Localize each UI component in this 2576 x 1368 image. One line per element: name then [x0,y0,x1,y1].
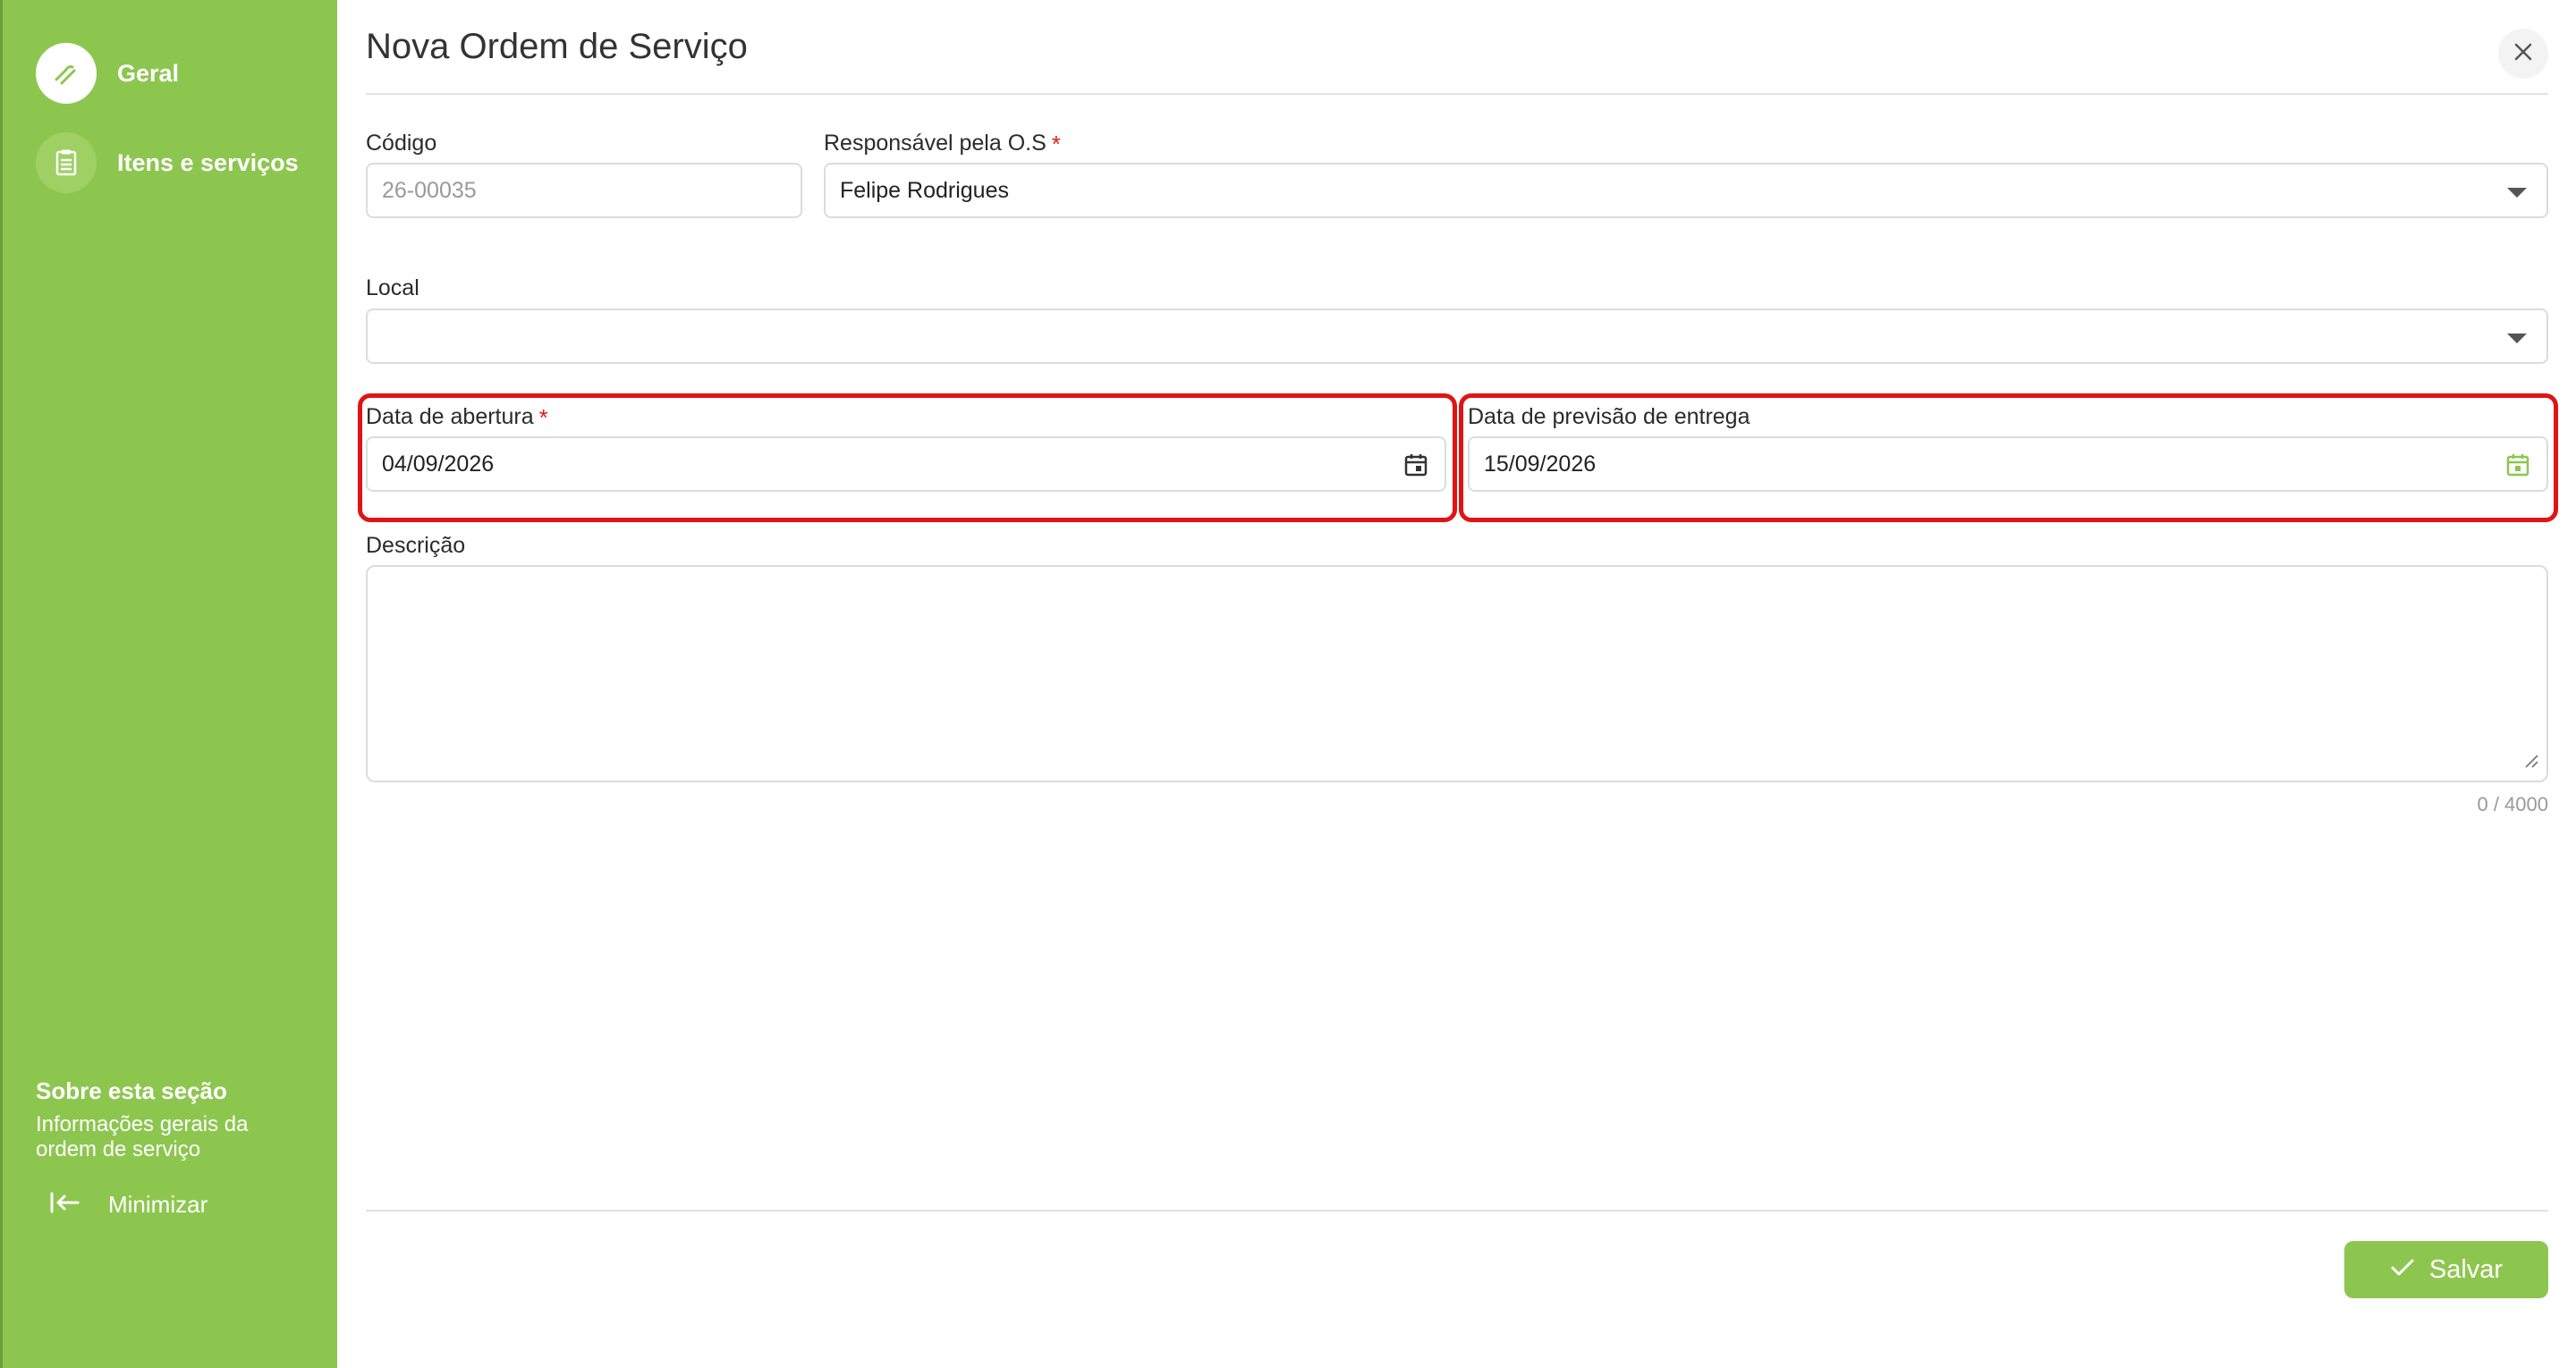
about-section-text: Informações gerais da ordem de serviço [36,1112,249,1161]
collapse-left-icon [49,1191,80,1219]
dialog-title: Nova Ordem de Serviço [366,27,748,66]
responsavel-label-text: Responsável pela O.S [824,131,1046,156]
close-button[interactable] [2498,29,2548,79]
link-icon [36,43,97,104]
responsavel-select[interactable]: Felipe Rodrigues [824,163,2548,218]
required-asterisk: * [1051,131,1061,157]
codigo-field: 26-00035 [366,163,802,218]
about-section-title: Sobre esta seção [36,1077,227,1104]
data-previsao-input[interactable]: 15/09/2026 [1468,436,2548,492]
descricao-label: Descrição [366,533,466,558]
sidebar: Geral Itens e serviços Sobre esta seção … [0,0,337,1368]
local-label: Local [366,275,419,300]
local-select[interactable] [366,308,2548,364]
descricao-textarea[interactable] [366,565,2548,782]
check-icon [2390,1258,2415,1282]
minimize-button[interactable]: Minimizar [49,1191,208,1219]
clipboard-icon [36,132,97,193]
required-asterisk: * [538,404,548,431]
codigo-value: 26-00035 [382,177,477,203]
sidebar-item-geral[interactable]: Geral [36,42,179,105]
save-button[interactable]: Salvar [2344,1241,2548,1298]
calendar-icon[interactable] [2505,452,2530,484]
chevron-down-icon [2507,188,2527,198]
footer-divider [366,1210,2548,1212]
sidebar-item-label: Itens e serviços [117,148,299,176]
codigo-label: Código [366,131,437,156]
chevron-down-icon [2507,334,2527,343]
header-divider [366,93,2548,95]
close-icon [2512,41,2534,67]
save-label: Salvar [2428,1254,2504,1284]
data-abertura-input[interactable]: 04/09/2026 [366,436,1446,492]
minimize-label: Minimizar [108,1191,208,1218]
sidebar-item-itens-servicos[interactable]: Itens e serviços [36,131,299,194]
responsavel-value: Felipe Rodrigues [840,177,1009,203]
character-counter: 0 / 4000 [2477,793,2548,815]
data-abertura-value: 04/09/2026 [382,451,495,477]
calendar-icon[interactable] [1403,452,1428,484]
data-abertura-label-text: Data de abertura [366,404,534,429]
resize-handle-icon[interactable] [2523,753,2539,773]
data-abertura-label: Data de abertura * [366,404,548,432]
sidebar-item-label: Geral [117,59,180,87]
data-previsao-label: Data de previsão de entrega [1468,404,1750,429]
data-previsao-value: 15/09/2026 [1484,451,1597,477]
responsavel-label: Responsável pela O.S * [824,131,1061,158]
